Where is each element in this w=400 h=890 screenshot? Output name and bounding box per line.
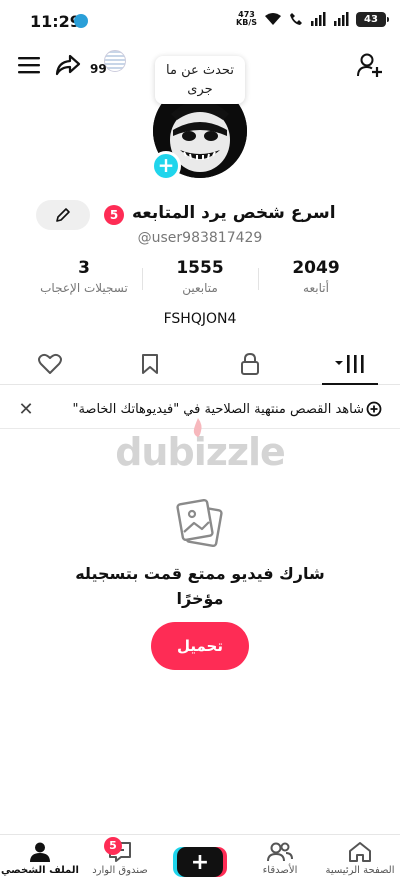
upload-button[interactable]: تحميل: [151, 622, 249, 670]
add-user-icon: [357, 53, 382, 77]
close-icon[interactable]: ✕: [16, 399, 36, 420]
badge-number: 99: [90, 62, 107, 76]
inbox-badge: 5: [104, 837, 122, 855]
bio-text: FSHQJON4: [163, 311, 237, 327]
stat-label: تسجيلات الإعجاب: [40, 281, 128, 295]
notification-badge[interactable]: 5: [104, 205, 124, 225]
videos-grid-icon: [335, 354, 364, 373]
nav-label: الملف الشخصي: [1, 865, 79, 876]
stat-following[interactable]: 2049 أتابعه: [258, 258, 374, 304]
nav-inbox[interactable]: 5 صندوق الوارد: [80, 835, 160, 890]
nav-profile[interactable]: الملف الشخصي: [0, 835, 80, 890]
friends-icon: [267, 842, 293, 862]
signal-icon-2: [334, 12, 349, 26]
status-bubble[interactable]: تحدث عن ما جرى: [155, 56, 245, 104]
ranking-badge[interactable]: 99: [90, 50, 128, 80]
stat-value: 2049: [292, 258, 340, 278]
nav-label: صندوق الوارد: [92, 865, 148, 876]
net-speed-unit: KB/S: [236, 18, 257, 27]
edit-profile-button[interactable]: [36, 200, 90, 230]
empty-state-text: شارك فيديو ممتع قمت بتسجيله مؤخرًا: [75, 564, 325, 608]
hamburger-icon: [18, 57, 40, 74]
battery-icon: 43: [356, 11, 389, 27]
menu-button[interactable]: [14, 50, 44, 80]
profile-name-row: 5 اسرع شخص يرد المتابعه: [0, 200, 400, 232]
create-plus-icon: +: [177, 847, 223, 877]
add-story-button[interactable]: +: [151, 151, 181, 181]
stat-likes[interactable]: 3 تسجيلات الإعجاب: [26, 258, 142, 304]
profile-icon: [30, 842, 50, 862]
nav-friends[interactable]: الأصدقاء: [240, 835, 320, 890]
add-story-icon: [366, 401, 382, 417]
stat-label: أتابعه: [303, 281, 329, 295]
add-friend-button[interactable]: [354, 50, 386, 80]
badge-icon: [104, 50, 126, 72]
username: @user983817429: [137, 230, 263, 246]
pencil-icon: [56, 208, 70, 222]
telegram-icon: [74, 14, 88, 28]
signal-icon: [311, 12, 326, 26]
display-name: اسرع شخص يرد المتابعه: [132, 203, 336, 223]
tab-favorites[interactable]: [100, 343, 200, 384]
share-profile-button[interactable]: [52, 50, 84, 80]
home-icon: [349, 842, 371, 862]
stat-label: متابعين: [182, 281, 218, 295]
profile-stats: 3 تسجيلات الإعجاب 1555 متابعين 2049 أتاب…: [26, 258, 374, 304]
lock-icon: [241, 352, 259, 375]
nav-home[interactable]: الصفحة الرئيسية: [320, 835, 400, 890]
wifi-icon: [265, 13, 281, 25]
flame-icon: [193, 418, 202, 437]
stat-value: 1555: [176, 258, 224, 278]
nav-label: الأصدقاء: [262, 865, 298, 876]
heart-icon: [38, 353, 62, 374]
network-speed: 473 KB/S: [236, 11, 257, 27]
call-icon: [290, 13, 302, 25]
stat-followers[interactable]: 1555 متابعين: [142, 258, 258, 304]
share-icon: [55, 54, 81, 76]
bookmark-icon: [142, 353, 158, 374]
tab-videos[interactable]: [300, 343, 400, 385]
tab-liked[interactable]: [0, 343, 100, 384]
nav-create[interactable]: +: [160, 835, 240, 890]
photos-icon: [176, 498, 223, 548]
content-tabs: [0, 343, 400, 385]
nav-label: الصفحة الرئيسية: [325, 865, 395, 876]
tab-private[interactable]: [200, 343, 300, 384]
banner-text: شاهد القصص منتهية الصلاحية في "فيديوهاتك…: [72, 402, 364, 417]
dubizzle-watermark: dubizzle: [110, 418, 290, 480]
status-bar: 11:29 473 KB/S 43: [0, 0, 400, 42]
stat-value: 3: [78, 258, 90, 278]
status-icons: 473 KB/S 43: [236, 11, 389, 27]
bottom-navigation: الملف الشخصي 5 صندوق الوارد + الأصدقاء ا…: [0, 834, 400, 890]
